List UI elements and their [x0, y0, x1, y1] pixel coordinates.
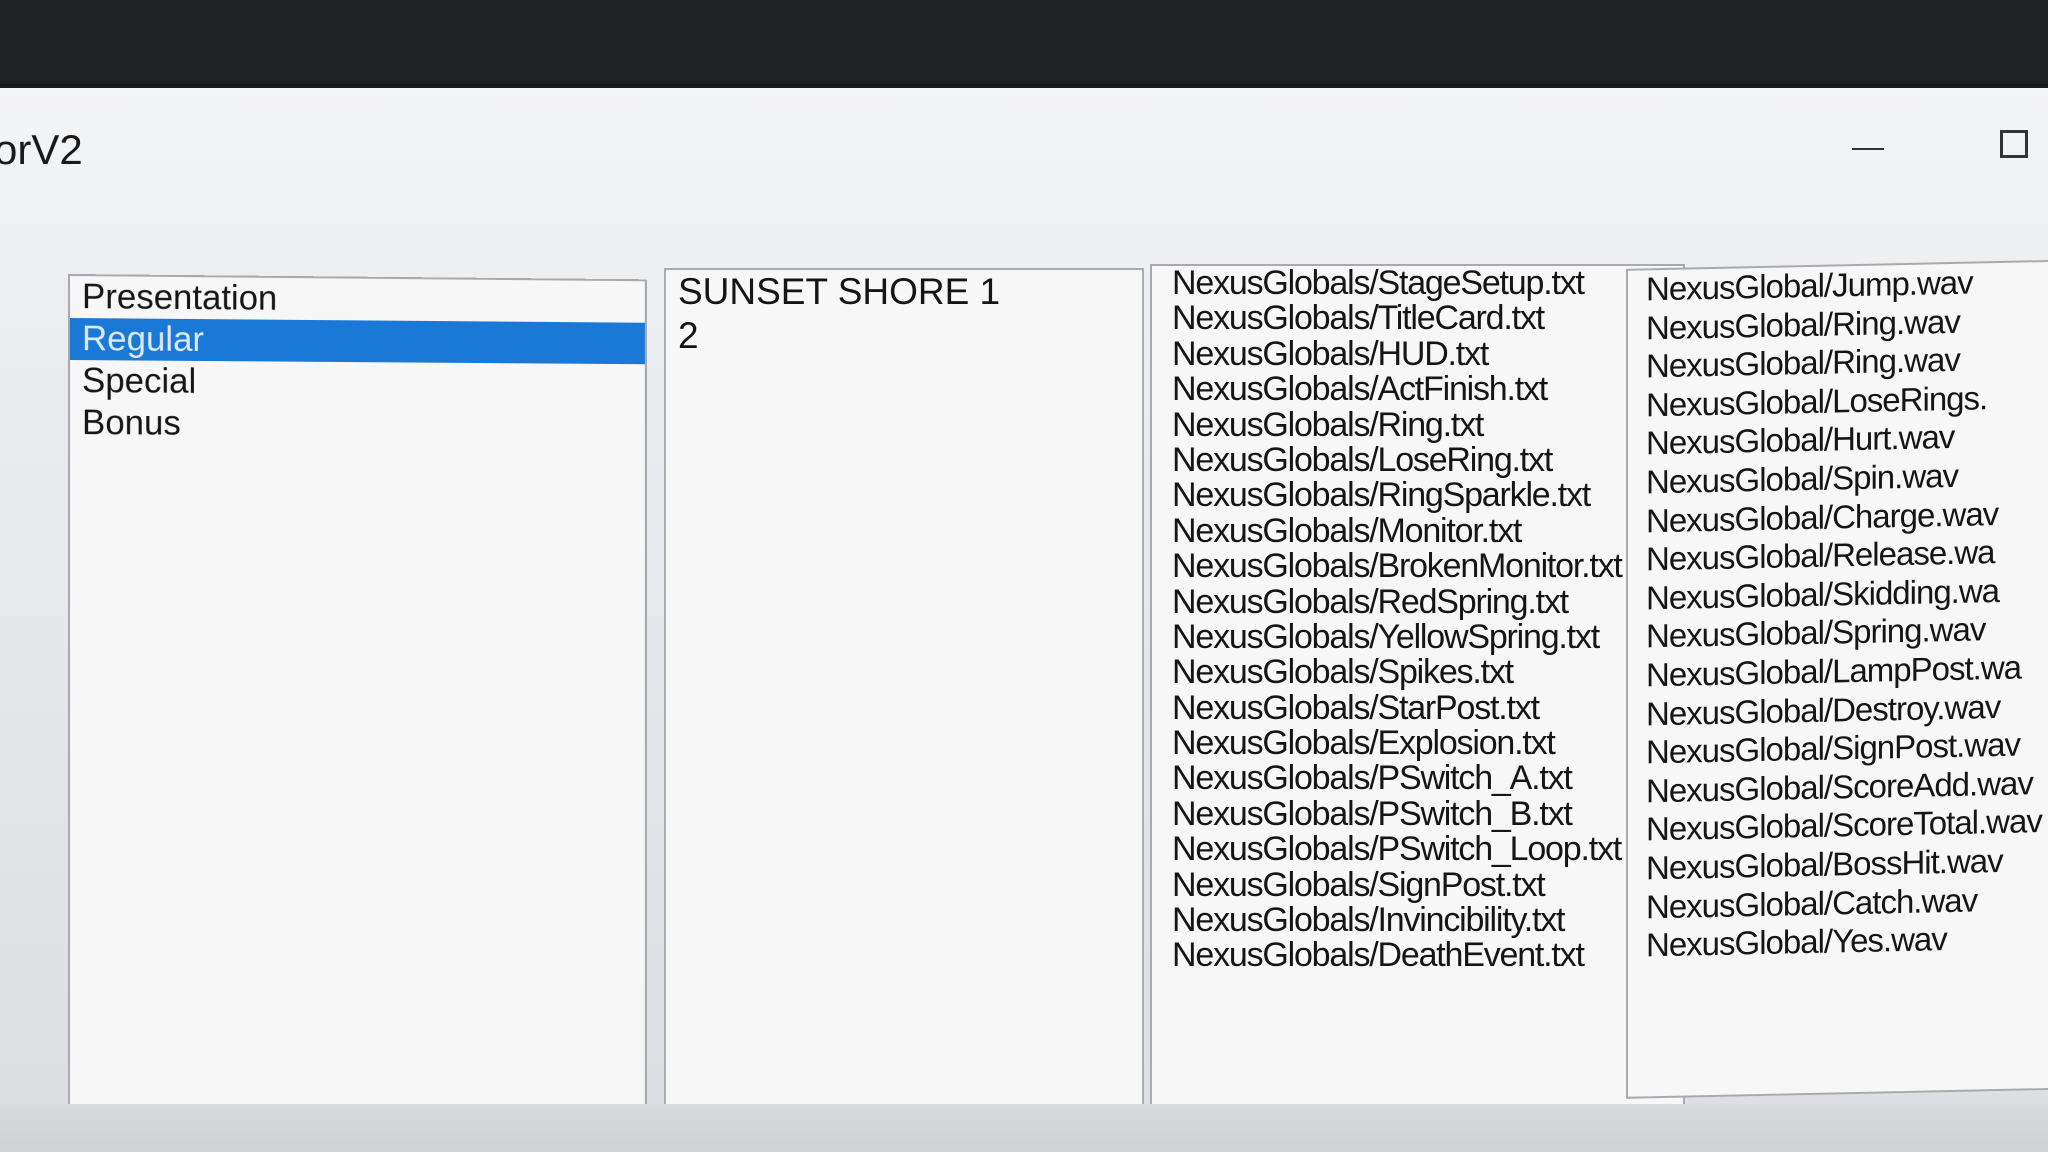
object-script-item[interactable]: NexusGlobals/BrokenMonitor.txt — [1152, 549, 1683, 584]
object-script-item[interactable]: NexusGlobals/HUD.txt — [1152, 337, 1683, 372]
category-item-selected[interactable]: Regular — [70, 318, 645, 364]
window-title: orV2 — [0, 126, 83, 174]
object-script-item[interactable]: NexusGlobals/PSwitch_B.txt — [1152, 797, 1683, 832]
minimize-button[interactable] — [1830, 108, 1900, 178]
sound-effect-listbox[interactable]: NexusGlobal/Jump.wav NexusGlobal/Ring.wa… — [1626, 259, 2048, 1099]
object-script-item[interactable]: NexusGlobals/PSwitch_Loop.txt — [1152, 832, 1683, 867]
stage-listbox[interactable]: SUNSET SHORE 1 2 — [664, 268, 1144, 1114]
object-script-item[interactable]: NexusGlobals/Explosion.txt — [1152, 726, 1683, 761]
stage-list: SUNSET SHORE 1 2 — [666, 270, 1142, 358]
object-script-item[interactable]: NexusGlobals/StageSetup.txt — [1152, 266, 1683, 301]
stage-item[interactable]: SUNSET SHORE 1 — [666, 270, 1142, 314]
maximize-icon — [2000, 130, 2028, 158]
object-script-item[interactable]: NexusGlobals/RingSparkle.txt — [1152, 478, 1683, 513]
category-listbox[interactable]: Presentation Regular Special Bonus — [68, 274, 647, 1116]
object-script-item[interactable]: NexusGlobals/RedSpring.txt — [1152, 585, 1683, 620]
sound-effect-item[interactable]: NexusGlobal/Yes.wav — [1628, 917, 2048, 965]
object-script-item[interactable]: NexusGlobals/StarPost.txt — [1152, 691, 1683, 726]
category-item[interactable]: Bonus — [70, 402, 645, 447]
category-item[interactable]: Special — [70, 360, 645, 406]
object-script-item[interactable]: NexusGlobals/Invincibility.txt — [1152, 903, 1683, 938]
object-script-item[interactable]: NexusGlobals/DeathEvent.txt — [1152, 938, 1683, 973]
object-script-item[interactable]: NexusGlobals/Ring.txt — [1152, 408, 1683, 443]
object-script-item[interactable]: NexusGlobals/ActFinish.txt — [1152, 372, 1683, 407]
category-item[interactable]: Presentation — [70, 276, 645, 323]
window-bottom-edge — [0, 1104, 2048, 1152]
stage-item[interactable]: 2 — [666, 314, 1142, 358]
sound-effect-list: NexusGlobal/Jump.wav NexusGlobal/Ring.wa… — [1628, 261, 2048, 965]
object-script-item[interactable]: NexusGlobals/Spikes.txt — [1152, 655, 1683, 690]
object-script-item[interactable]: NexusGlobals/Monitor.txt — [1152, 514, 1683, 549]
category-list: Presentation Regular Special Bonus — [70, 276, 645, 447]
object-script-item[interactable]: NexusGlobals/SignPost.txt — [1152, 868, 1683, 903]
object-script-listbox[interactable]: NexusGlobals/StageSetup.txt NexusGlobals… — [1150, 264, 1685, 1112]
object-script-item[interactable]: NexusGlobals/PSwitch_A.txt — [1152, 761, 1683, 796]
minimize-icon — [1852, 148, 1884, 150]
object-script-item[interactable]: NexusGlobals/LoseRing.txt — [1152, 443, 1683, 478]
object-script-item[interactable]: NexusGlobals/YellowSpring.txt — [1152, 620, 1683, 655]
title-bar[interactable]: orV2 — [0, 88, 2048, 208]
maximize-button[interactable] — [1978, 108, 2048, 178]
object-script-list: NexusGlobals/StageSetup.txt NexusGlobals… — [1152, 266, 1683, 974]
object-script-item[interactable]: NexusGlobals/TitleCard.txt — [1152, 301, 1683, 336]
